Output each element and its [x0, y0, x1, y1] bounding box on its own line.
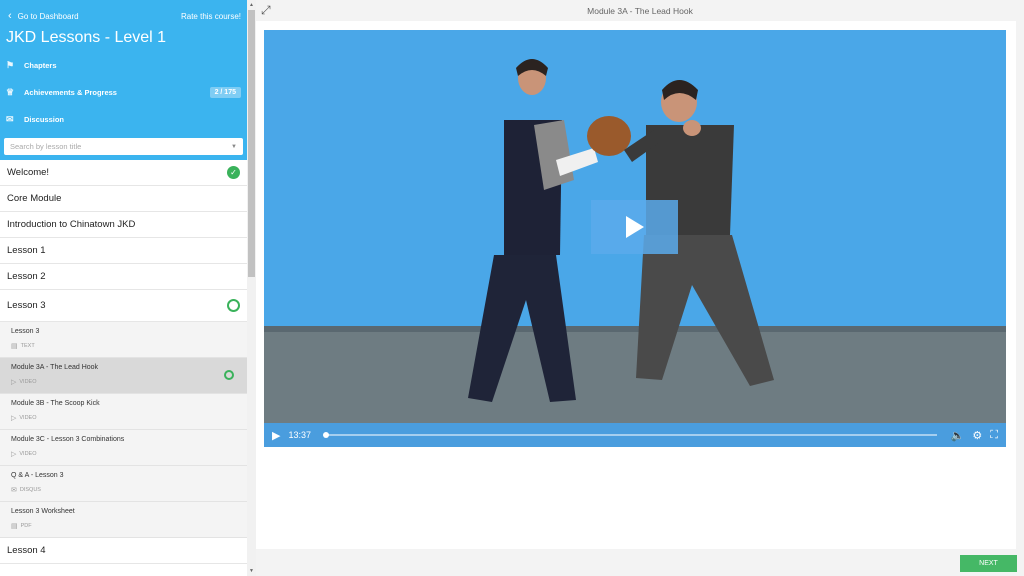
trophy-icon: ♕	[6, 87, 15, 97]
play-icon[interactable]: ▶	[272, 429, 280, 442]
lesson-type: TEXT	[20, 343, 35, 349]
lesson-page-title: Module 3A - The Lead Hook	[587, 5, 693, 16]
scroll-up-icon[interactable]: ▲	[249, 2, 254, 8]
sidebar-nav: ⚑ Chapters ♕ Achievements & Progress 2 /…	[6, 52, 241, 133]
chevron-left-icon: ‹	[8, 10, 12, 22]
gear-icon[interactable]: ⚙	[972, 429, 982, 442]
nav-achievements[interactable]: ♕ Achievements & Progress 2 / 175	[6, 79, 241, 106]
nav-chapters[interactable]: ⚑ Chapters	[6, 52, 241, 79]
chapter-label: Lesson 4	[7, 545, 46, 556]
video-player[interactable]: ▶ 13:37 🔈 ⚙ ⛶	[264, 30, 1006, 447]
footer-bar: NEXT	[256, 549, 1024, 576]
chat-icon: ✉	[6, 114, 14, 124]
play-button[interactable]	[591, 200, 678, 254]
lesson-content: ▶ 13:37 🔈 ⚙ ⛶	[256, 21, 1016, 549]
lesson-title: Lesson 3	[11, 328, 40, 335]
chapter-label: Introduction to Chinatown JKD	[7, 219, 136, 230]
progress-knob[interactable]	[323, 432, 329, 438]
lesson-search[interactable]: ▼	[4, 138, 243, 155]
nav-discussion[interactable]: ✉ Discussion	[6, 106, 241, 133]
video-time: 13:37	[288, 430, 311, 440]
lesson-title: Module 3A - The Lead Hook	[11, 364, 99, 371]
video-icon: ▷	[11, 379, 17, 386]
lesson-type: VIDEO	[19, 451, 37, 457]
lesson-title: Module 3B - The Scoop Kick	[11, 400, 100, 407]
expand-icon[interactable]: ⤢	[261, 3, 271, 18]
back-label: Go to Dashboard	[17, 11, 79, 21]
progress-circle-icon	[227, 299, 240, 312]
lesson-type: PDF	[20, 523, 32, 529]
lesson-item[interactable]: Module 3B - The Scoop Kick ▷ VIDEO	[0, 394, 247, 430]
video-icon: ▷	[11, 451, 17, 458]
chapter-item[interactable]: Core Module	[0, 186, 247, 212]
pdf-icon: ▤	[11, 523, 18, 530]
volume-icon[interactable]: 🔈	[951, 429, 965, 442]
sidebar: ‹ Go to Dashboard Rate this course! JKD …	[0, 0, 247, 576]
chapter-item[interactable]: Lesson 4	[0, 538, 247, 564]
chapter-item[interactable]: Lesson 2	[0, 264, 247, 290]
lesson-type: DISQUS	[19, 487, 41, 493]
rate-course-link[interactable]: Rate this course!	[181, 12, 241, 21]
lesson-item-active[interactable]: Module 3A - The Lead Hook ▷ VIDEO	[0, 358, 247, 394]
chapter-label: Core Module	[7, 193, 62, 204]
lesson-item[interactable]: Lesson 3 Worksheet ▤ PDF	[0, 502, 247, 538]
lesson-type: VIDEO	[19, 379, 37, 385]
chapter-label: Welcome!	[7, 167, 50, 178]
document-icon: ▤	[11, 343, 18, 350]
go-to-dashboard-link[interactable]: ‹ Go to Dashboard	[6, 10, 79, 22]
lesson-item[interactable]: Module 3C - Lesson 3 Combinations ▷ VIDEO	[0, 430, 247, 466]
nav-label: Discussion	[24, 115, 65, 124]
video-icon: ▷	[11, 415, 17, 422]
lesson-item[interactable]: Lesson 3 ▤ TEXT	[0, 322, 247, 358]
progress-circle-icon	[224, 370, 234, 380]
chapter-item[interactable]: Lesson 3	[0, 290, 247, 322]
scroll-down-icon[interactable]: ▼	[249, 568, 254, 574]
scrollbar-thumb[interactable]	[248, 10, 255, 277]
video-controls: ▶ 13:37 🔈 ⚙ ⛶	[264, 423, 1006, 447]
bookmark-icon: ⚑	[6, 60, 15, 70]
chevron-down-icon[interactable]: ▼	[231, 144, 237, 150]
play-icon	[625, 216, 644, 238]
main-header: ⤢ Module 3A - The Lead Hook	[256, 0, 1024, 21]
fullscreen-icon[interactable]: ⛶	[990, 429, 998, 442]
sidebar-header: ‹ Go to Dashboard Rate this course! JKD …	[0, 0, 247, 160]
main-panel: ⤢ Module 3A - The Lead Hook ▶ 13:37 🔈 ⚙ …	[256, 0, 1024, 576]
chapter-label: Lesson 1	[7, 245, 46, 256]
lesson-title: Lesson 3 Worksheet	[11, 508, 75, 515]
search-input[interactable]	[10, 142, 232, 151]
complete-check-icon: ✓	[227, 166, 240, 179]
lesson-title: Module 3C - Lesson 3 Combinations	[11, 436, 125, 443]
nav-label: Achievements & Progress	[24, 88, 117, 97]
chat-icon: ✉	[11, 487, 17, 494]
sidebar-scrollbar[interactable]: ▲ ▼	[247, 0, 256, 576]
chapter-item[interactable]: Welcome! ✓	[0, 160, 247, 186]
progress-badge: 2 / 175	[209, 87, 241, 98]
chapter-label: Lesson 3	[7, 300, 46, 311]
lesson-item[interactable]: Q & A - Lesson 3 ✉ DISQUS	[0, 466, 247, 502]
video-progress-bar[interactable]	[323, 432, 937, 438]
chapter-list: Welcome! ✓ Core Module Introduction to C…	[0, 160, 247, 564]
lesson-type: VIDEO	[19, 415, 37, 421]
lesson-title: Q & A - Lesson 3	[11, 472, 64, 479]
next-button[interactable]: NEXT	[960, 555, 1017, 572]
chapter-item[interactable]: Lesson 1	[0, 238, 247, 264]
chapter-label: Lesson 2	[7, 271, 46, 282]
chapter-item[interactable]: Introduction to Chinatown JKD	[0, 212, 247, 238]
course-title: JKD Lessons - Level 1	[6, 29, 167, 46]
nav-label: Chapters	[24, 61, 57, 70]
